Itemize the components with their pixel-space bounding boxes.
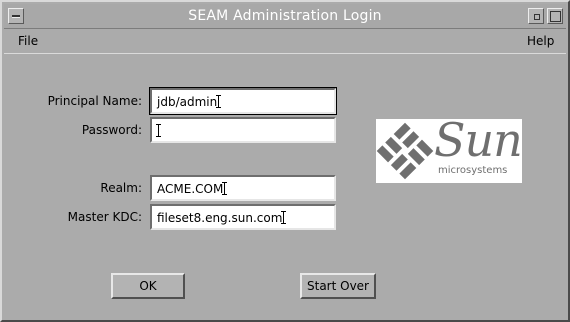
sun-logo-wordmark: Sun: [434, 113, 523, 167]
title-bar[interactable]: SEAM Administration Login: [4, 4, 566, 29]
start-over-button[interactable]: Start Over: [300, 273, 376, 299]
maximize-button[interactable]: [547, 8, 563, 24]
sun-logo-subtitle: microsystems: [438, 165, 508, 176]
realm-field[interactable]: ACME.COM: [150, 175, 336, 201]
maximize-icon: [550, 11, 561, 22]
menu-bar: File Help: [4, 29, 566, 54]
menu-file[interactable]: File: [18, 34, 38, 48]
text-cursor-icon: [156, 124, 161, 137]
text-cursor-icon: [216, 95, 222, 108]
master-kdc-field[interactable]: fileset8.eng.sun.com: [150, 204, 336, 230]
login-window: SEAM Administration Login File Help Prin…: [0, 0, 570, 322]
master-kdc-value: fileset8.eng.sun.com: [157, 211, 283, 225]
resize-handle-bottom-right[interactable]: [558, 310, 568, 320]
realm-label: Realm:: [100, 181, 142, 195]
login-panel: Principal Name: jdb/admin Password: Real…: [4, 54, 566, 318]
sun-logo-mark-icon: [376, 122, 434, 180]
master-kdc-label: Master KDC:: [67, 210, 142, 224]
password-field[interactable]: [150, 117, 336, 143]
minimize-icon: [534, 14, 540, 20]
window-title: SEAM Administration Login: [188, 8, 382, 24]
text-cursor-icon: [281, 211, 287, 224]
menu-help[interactable]: Help: [527, 34, 554, 48]
principal-name-field[interactable]: jdb/admin: [149, 87, 337, 115]
password-label: Password:: [81, 123, 142, 137]
text-cursor-icon: [222, 182, 228, 195]
ok-button[interactable]: OK: [111, 273, 185, 299]
resize-handle-bottom-left[interactable]: [2, 310, 12, 320]
minimize-button[interactable]: [528, 8, 544, 24]
sun-logo: Sun microsystems: [376, 113, 523, 183]
realm-value: ACME.COM: [157, 182, 224, 196]
principal-name-label: Principal Name:: [47, 94, 142, 108]
principal-name-value: jdb/admin: [157, 95, 218, 109]
